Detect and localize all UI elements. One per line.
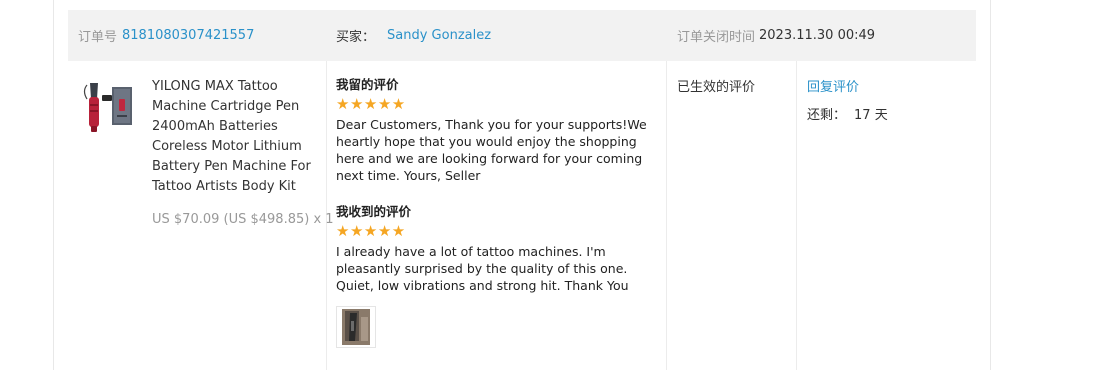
- order-closed-time: 2023.11.30 00:49: [759, 28, 876, 43]
- order-id: 订单号 8181080307421557: [78, 10, 254, 61]
- order-header: 订单号 8181080307421557 买家： Sandy Gonzalez …: [68, 10, 976, 61]
- order-id-link[interactable]: 8181080307421557: [122, 28, 254, 43]
- remaining-value: 17 天: [854, 108, 888, 123]
- column-divider: [666, 61, 667, 370]
- tattoo-pen-image[interactable]: [78, 77, 138, 137]
- page-left-border: [53, 0, 54, 370]
- my-review-text: Dear Customers, Thank you for your suppo…: [336, 117, 647, 183]
- received-review-text: I already have a lot of tattoo machines.…: [336, 244, 629, 293]
- product-title-link[interactable]: YILONG MAX Tattoo Machine Cartridge Pen …: [152, 77, 322, 197]
- column-divider: [796, 61, 797, 370]
- buyer-label: 买家：: [336, 30, 376, 45]
- my-review-rating-stars: ★★★★★: [336, 95, 406, 113]
- product-price: US $70.09 (US $498.85) x 1: [152, 212, 334, 227]
- order-content-row: YILONG MAX Tattoo Machine Cartridge Pen …: [68, 61, 976, 370]
- order-closed-label: 订单关闭时间: [677, 30, 756, 45]
- review-status: 已生效的评价: [677, 80, 756, 95]
- page-right-border: [990, 0, 991, 370]
- action-column: 回复评价 还剩： 17 天: [807, 76, 888, 123]
- review-photo-thumbnail[interactable]: [336, 306, 376, 348]
- remaining-time: 还剩： 17 天: [807, 104, 888, 123]
- buyer-info: 买家： Sandy Gonzalez: [336, 10, 491, 61]
- buyer-name-link[interactable]: Sandy Gonzalez: [387, 28, 491, 43]
- reply-review-link[interactable]: 回复评价: [807, 76, 888, 95]
- review-column: 我留的评价 ★★★★★ Dear Customers, Thank you fo…: [336, 76, 656, 348]
- order-closed-info: 订单关闭时间 2023.11.30 00:49: [677, 10, 875, 61]
- order-id-label: 订单号: [78, 30, 118, 45]
- my-review-block: 我留的评价 ★★★★★ Dear Customers, Thank you fo…: [336, 76, 656, 184]
- remaining-label: 还剩：: [807, 108, 847, 123]
- my-review-heading: 我留的评价: [336, 77, 399, 92]
- received-review-block: 我收到的评价 ★★★★★ I already have a lot of tat…: [336, 203, 656, 294]
- received-review-rating-stars: ★★★★★: [336, 222, 406, 240]
- received-review-heading: 我收到的评价: [336, 204, 412, 219]
